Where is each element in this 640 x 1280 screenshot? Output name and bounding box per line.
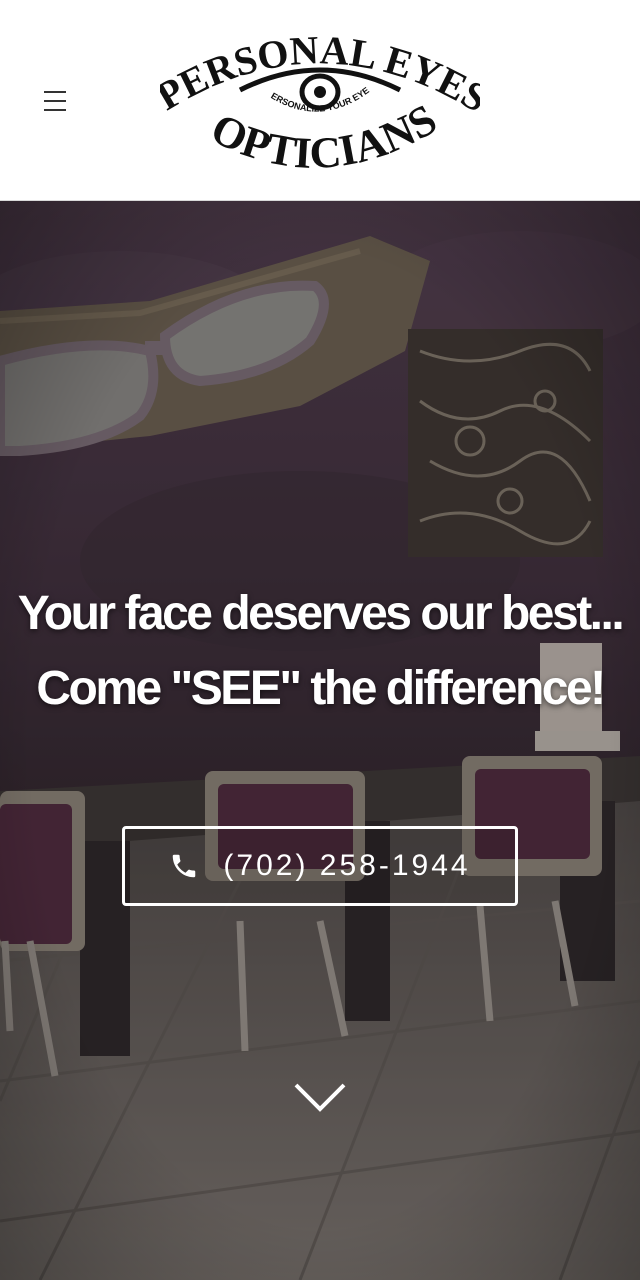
call-phone-button[interactable]: (702) 258-1944 [122,826,518,906]
hero-section: Your face deserves our best... Come "SEE… [0,201,640,1280]
phone-number: (702) 258-1944 [223,849,471,882]
hero-headline-line1: Your face deserves our best... [17,587,625,640]
phone-icon [173,854,196,878]
site-header: PERSONAL EYES OPTICIANS PERSONALIZE YOUR… [0,0,640,201]
site-logo[interactable]: PERSONAL EYES OPTICIANS PERSONALIZE YOUR… [160,30,480,180]
hero-headline-line2: Come "SEE" the difference! [36,662,606,715]
chevron-down-icon[interactable] [292,1081,348,1115]
hero-background-photo [0,201,640,1280]
hamburger-menu-icon[interactable] [40,88,72,114]
